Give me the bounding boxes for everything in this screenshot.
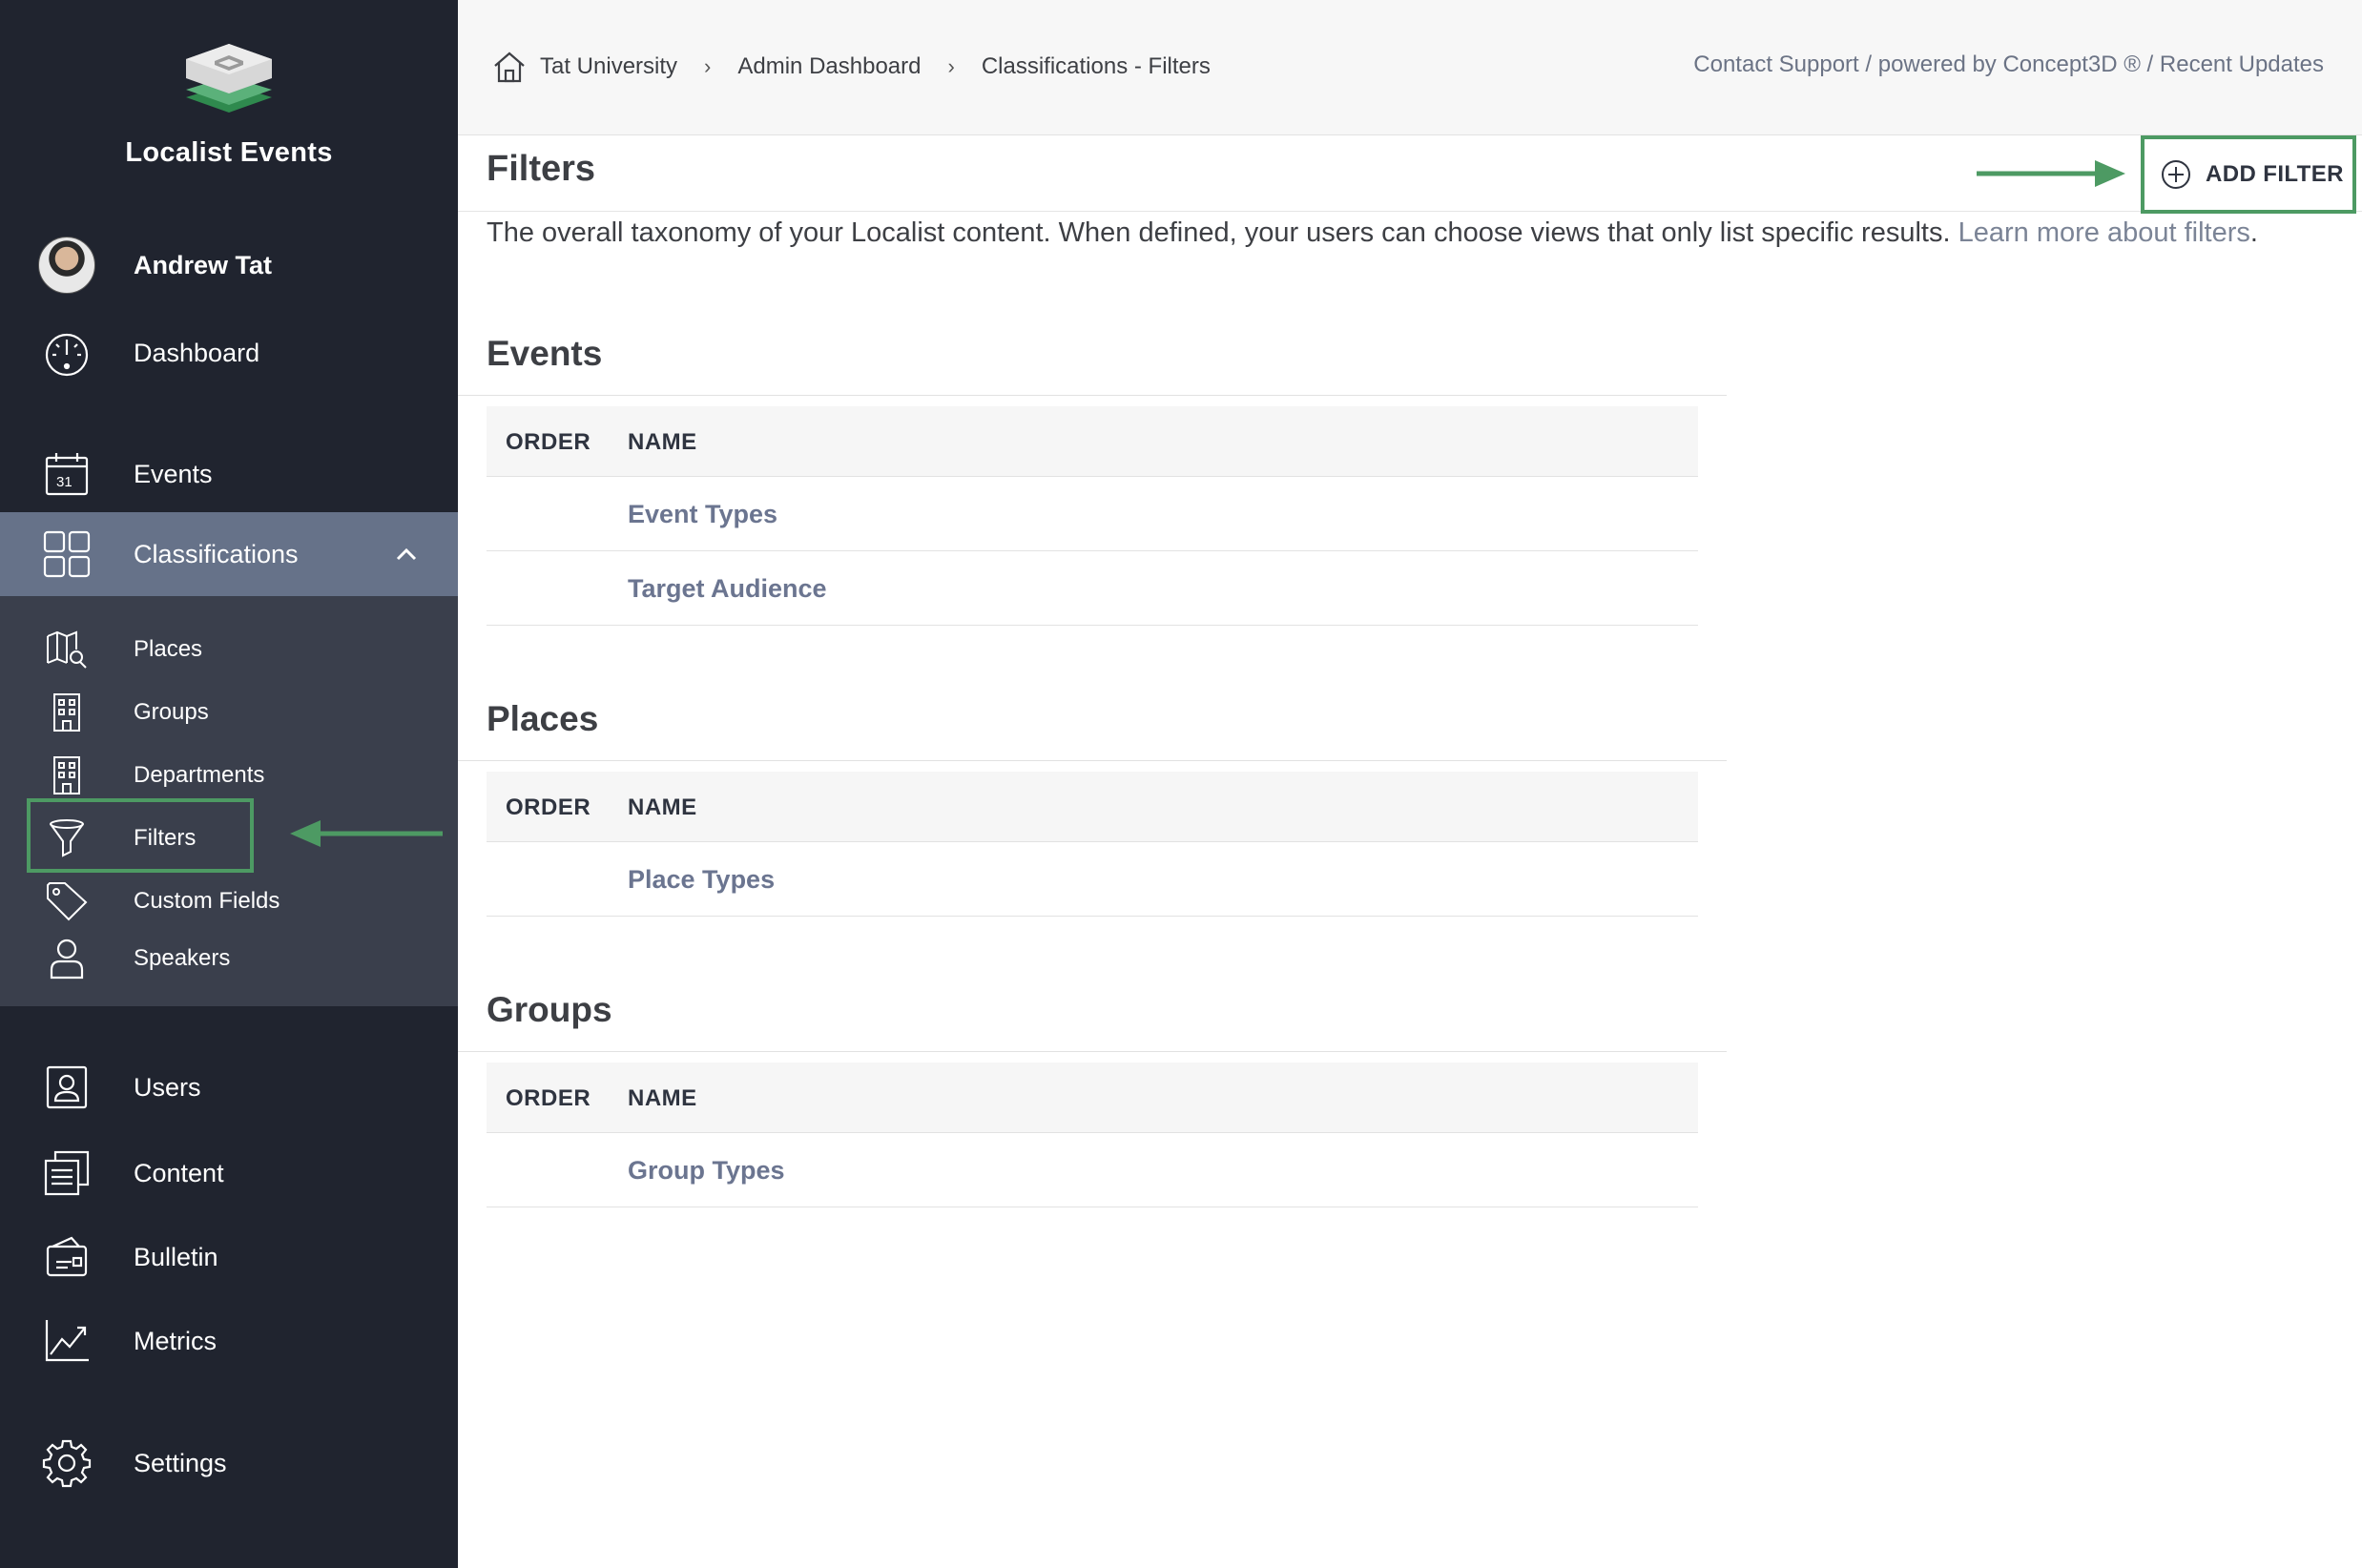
breadcrumb: Tat University › Admin Dashboard › Class… <box>492 50 1211 84</box>
user-card-icon <box>38 1059 95 1116</box>
breadcrumb-admin-dashboard[interactable]: Admin Dashboard <box>737 53 921 80</box>
subnav-label: Departments <box>134 762 265 788</box>
gear-icon <box>38 1434 95 1492</box>
table-header: ORDER NAME <box>487 406 1698 477</box>
section-divider <box>458 395 1727 396</box>
filter-link[interactable]: Place Types <box>628 865 775 895</box>
name-header[interactable]: NAME <box>628 429 697 456</box>
events-table: ORDER NAME Event Types Target Audience <box>487 406 1698 626</box>
line-chart-icon <box>38 1312 95 1370</box>
page-title: Filters <box>487 149 596 189</box>
brand: Localist Events <box>0 38 458 169</box>
sidebar-item-metrics[interactable]: Metrics <box>0 1312 458 1370</box>
documents-icon <box>38 1145 95 1202</box>
subnav-item-places[interactable]: Places <box>0 625 458 674</box>
sidebar-item-label: Settings <box>134 1448 227 1477</box>
calendar-icon: 31 <box>38 445 95 503</box>
sidebar-item-classifications[interactable]: Classifications <box>0 512 458 596</box>
section-title-events: Events <box>487 334 603 373</box>
sidebar-item-content[interactable]: Content <box>0 1145 458 1202</box>
subnav-item-departments[interactable]: Departments <box>0 751 458 800</box>
subnav-label: Speakers <box>134 945 231 971</box>
breadcrumb-tat-university[interactable]: Tat University <box>540 53 677 80</box>
subnav-label: Groups <box>134 699 209 725</box>
plus-circle-icon <box>2162 160 2190 189</box>
sidebar-item-label: Metrics <box>134 1326 217 1355</box>
title-row: Filters ADD FILTER <box>458 135 2362 214</box>
table-header: ORDER NAME <box>487 1063 1698 1133</box>
sidebar-item-dashboard[interactable]: Dashboard <box>0 324 458 382</box>
sidebar-item-users[interactable]: Users <box>0 1059 458 1116</box>
page-description: The overall taxonomy of your Localist co… <box>487 217 2318 248</box>
subnav-label: Custom Fields <box>134 888 280 914</box>
table-row: Place Types <box>487 842 1698 917</box>
sidebar-item-settings[interactable]: Settings <box>0 1434 458 1492</box>
subnav-label: Places <box>134 636 203 662</box>
filter-link[interactable]: Target Audience <box>628 574 827 604</box>
gauge-icon <box>38 324 95 382</box>
home-icon[interactable] <box>492 50 527 84</box>
main-content: Tat University › Admin Dashboard › Class… <box>458 0 2362 1568</box>
tag-icon <box>38 877 95 926</box>
table-header: ORDER NAME <box>487 772 1698 842</box>
add-filter-button[interactable]: ADD FILTER <box>2160 158 2344 191</box>
section-title-groups: Groups <box>487 990 612 1029</box>
name-header[interactable]: NAME <box>628 794 697 821</box>
sidebar-item-label: Bulletin <box>134 1242 218 1271</box>
table-row: Group Types <box>487 1133 1698 1207</box>
user-profile[interactable]: Andrew Tat <box>0 237 458 294</box>
svg-text:31: 31 <box>56 474 73 490</box>
name-header[interactable]: NAME <box>628 1085 697 1112</box>
sidebar-item-bulletin[interactable]: Bulletin <box>0 1228 458 1286</box>
subnav-item-groups[interactable]: Groups <box>0 688 458 737</box>
sidebar-item-label: Users <box>134 1072 201 1102</box>
groups-table: ORDER NAME Group Types <box>487 1063 1698 1207</box>
sidebar-item-label: Dashboard <box>134 338 260 367</box>
grid-icon <box>38 526 95 583</box>
filters-highlight-box <box>27 798 254 873</box>
section-title-places: Places <box>487 699 599 738</box>
localist-logo-icon <box>186 44 272 113</box>
breadcrumb-separator: › <box>704 54 712 78</box>
sidebar-item-label: Content <box>134 1158 224 1187</box>
chevron-up-icon[interactable] <box>393 541 420 567</box>
sidebar-item-label: Classifications <box>134 539 299 568</box>
avatar-wrap <box>38 237 95 294</box>
building-icon <box>38 751 95 800</box>
learn-more-link[interactable]: Learn more about filters <box>1958 217 2250 248</box>
filter-link[interactable]: Group Types <box>628 1156 785 1186</box>
order-header[interactable]: ORDER <box>506 1085 590 1112</box>
description-period: . <box>2249 217 2258 248</box>
breadcrumb-separator: › <box>947 54 955 78</box>
sidebar-item-events[interactable]: 31 Events <box>0 445 458 503</box>
section-divider <box>458 1051 1727 1052</box>
top-bar: Tat University › Admin Dashboard › Class… <box>458 0 2362 135</box>
section-divider <box>458 760 1727 761</box>
brand-name: Localist Events <box>125 137 333 168</box>
table-row: Event Types <box>487 477 1698 551</box>
places-table: ORDER NAME Place Types <box>487 772 1698 917</box>
add-filter-label: ADD FILTER <box>2206 161 2344 187</box>
top-links[interactable]: Contact Support / powered by Concept3D ®… <box>1693 52 2324 78</box>
annotation-arrow-left <box>290 820 443 847</box>
description-text: The overall taxonomy of your Localist co… <box>487 217 1951 248</box>
order-header[interactable]: ORDER <box>506 794 590 821</box>
person-icon <box>38 934 95 983</box>
sidebar: Localist Events Andrew Tat Dashboard 31 … <box>0 0 458 1568</box>
user-name: Andrew Tat <box>134 250 273 279</box>
subnav-item-custom-fields[interactable]: Custom Fields <box>0 877 458 926</box>
order-header[interactable]: ORDER <box>506 429 590 456</box>
sidebar-item-label: Events <box>134 459 213 488</box>
avatar <box>38 237 95 294</box>
annotation-arrow-right <box>1977 160 2125 187</box>
filter-link[interactable]: Event Types <box>628 500 777 529</box>
table-row: Target Audience <box>487 551 1698 626</box>
bulletin-icon <box>38 1228 95 1286</box>
building-icon <box>38 688 95 737</box>
map-search-icon <box>38 625 95 674</box>
add-filter-highlight-box: ADD FILTER <box>2141 135 2356 214</box>
breadcrumb-current: Classifications - Filters <box>981 53 1211 79</box>
subnav-item-speakers[interactable]: Speakers <box>0 934 458 983</box>
